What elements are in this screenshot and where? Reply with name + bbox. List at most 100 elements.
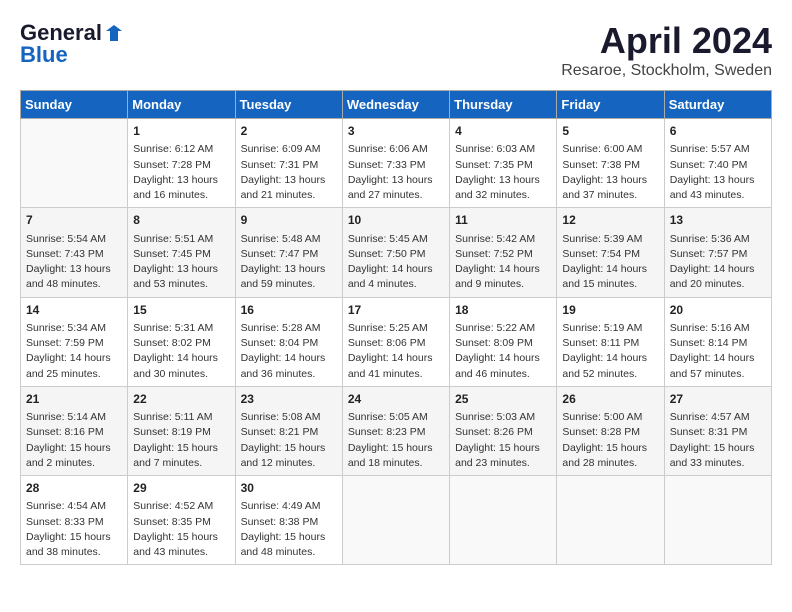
calendar-cell: 30 Sunrise: 4:49 AMSunset: 8:38 PMDayligh… xyxy=(235,476,342,565)
day-number: 22 xyxy=(133,391,229,408)
day-info: Sunrise: 4:52 AMSunset: 8:35 PMDaylight:… xyxy=(133,499,229,560)
day-info: Sunrise: 6:00 AMSunset: 7:38 PMDaylight:… xyxy=(562,142,658,203)
day-info: Sunrise: 4:49 AMSunset: 8:38 PMDaylight:… xyxy=(241,499,337,560)
day-info: Sunrise: 5:08 AMSunset: 8:21 PMDaylight:… xyxy=(241,410,337,471)
header-saturday: Saturday xyxy=(664,91,771,119)
calendar-cell: 11 Sunrise: 5:42 AMSunset: 7:52 PMDayligh… xyxy=(450,208,557,297)
logo-bird-icon xyxy=(104,23,124,43)
day-number: 4 xyxy=(455,123,551,140)
day-info: Sunrise: 5:03 AMSunset: 8:26 PMDaylight:… xyxy=(455,410,551,471)
day-number: 2 xyxy=(241,123,337,140)
calendar-cell: 23 Sunrise: 5:08 AMSunset: 8:21 PMDayligh… xyxy=(235,386,342,475)
calendar-cell: 26 Sunrise: 5:00 AMSunset: 8:28 PMDayligh… xyxy=(557,386,664,475)
title-area: April 2024 Resaroe, Stockholm, Sweden xyxy=(561,20,772,80)
week-row-3: 14Sunrise: 5:34 AMSunset: 7:59 PMDayligh… xyxy=(21,297,772,386)
calendar-cell: 3Sunrise: 6:06 AMSunset: 7:33 PMDaylight… xyxy=(342,119,449,208)
day-number: 16 xyxy=(241,302,337,319)
day-info: Sunrise: 5:11 AMSunset: 8:19 PMDaylight:… xyxy=(133,410,229,471)
calendar-cell: 10 Sunrise: 5:45 AMSunset: 7:50 PMDayligh… xyxy=(342,208,449,297)
day-info: Sunrise: 5:22 AMSunset: 8:09 PMDaylight:… xyxy=(455,321,551,382)
header-wednesday: Wednesday xyxy=(342,91,449,119)
calendar-cell xyxy=(664,476,771,565)
header-friday: Friday xyxy=(557,91,664,119)
day-number: 19 xyxy=(562,302,658,319)
day-number: 27 xyxy=(670,391,766,408)
day-info: Sunrise: 5:16 AMSunset: 8:14 PMDaylight:… xyxy=(670,321,766,382)
day-number: 26 xyxy=(562,391,658,408)
calendar-cell: 20 Sunrise: 5:16 AMSunset: 8:14 PMDayligh… xyxy=(664,297,771,386)
calendar-cell: 4 Sunrise: 6:03 AMSunset: 7:35 PMDaylight… xyxy=(450,119,557,208)
day-info: Sunrise: 5:31 AMSunset: 8:02 PMDaylight:… xyxy=(133,321,229,382)
day-info: Sunrise: 5:39 AMSunset: 7:54 PMDaylight:… xyxy=(562,232,658,293)
day-info: Sunrise: 5:42 AMSunset: 7:52 PMDaylight:… xyxy=(455,232,551,293)
day-number: 9 xyxy=(241,212,337,229)
calendar-cell: 28 Sunrise: 4:54 AMSunset: 8:33 PMDayligh… xyxy=(21,476,128,565)
day-number: 25 xyxy=(455,391,551,408)
calendar-header-row: SundayMondayTuesdayWednesdayThursdayFrid… xyxy=(21,91,772,119)
day-number: 10 xyxy=(348,212,444,229)
day-info: Sunrise: 6:03 AMSunset: 7:35 PMDaylight:… xyxy=(455,142,551,203)
header-monday: Monday xyxy=(128,91,235,119)
day-info: Sunrise: 6:12 AMSunset: 7:28 PMDaylight:… xyxy=(133,142,229,203)
day-info: Sunrise: 5:00 AMSunset: 8:28 PMDaylight:… xyxy=(562,410,658,471)
day-info: Sunrise: 5:19 AMSunset: 8:11 PMDaylight:… xyxy=(562,321,658,382)
header-tuesday: Tuesday xyxy=(235,91,342,119)
calendar-cell: 27 Sunrise: 4:57 AMSunset: 8:31 PMDayligh… xyxy=(664,386,771,475)
day-info: Sunrise: 5:54 AMSunset: 7:43 PMDaylight:… xyxy=(26,232,122,293)
calendar-cell: 15Sunrise: 5:31 AMSunset: 8:02 PMDayligh… xyxy=(128,297,235,386)
calendar-cell xyxy=(21,119,128,208)
day-info: Sunrise: 5:34 AMSunset: 7:59 PMDaylight:… xyxy=(26,321,122,382)
calendar-cell: 16 Sunrise: 5:28 AMSunset: 8:04 PMDayligh… xyxy=(235,297,342,386)
day-info: Sunrise: 4:57 AMSunset: 8:31 PMDaylight:… xyxy=(670,410,766,471)
day-number: 11 xyxy=(455,212,551,229)
day-number: 30 xyxy=(241,480,337,497)
calendar-cell: 8Sunrise: 5:51 AMSunset: 7:45 PMDaylight… xyxy=(128,208,235,297)
day-info: Sunrise: 4:54 AMSunset: 8:33 PMDaylight:… xyxy=(26,499,122,560)
day-number: 24 xyxy=(348,391,444,408)
week-row-2: 7 Sunrise: 5:54 AMSunset: 7:43 PMDaylight… xyxy=(21,208,772,297)
calendar-cell xyxy=(342,476,449,565)
calendar-cell: 1 Sunrise: 6:12 AMSunset: 7:28 PMDaylight… xyxy=(128,119,235,208)
day-number: 5 xyxy=(562,123,658,140)
day-info: Sunrise: 5:48 AMSunset: 7:47 PMDaylight:… xyxy=(241,232,337,293)
day-info: Sunrise: 5:51 AMSunset: 7:45 PMDaylight:… xyxy=(133,232,229,293)
day-info: Sunrise: 5:28 AMSunset: 8:04 PMDaylight:… xyxy=(241,321,337,382)
day-number: 17 xyxy=(348,302,444,319)
day-number: 13 xyxy=(670,212,766,229)
day-number: 23 xyxy=(241,391,337,408)
logo: General Blue xyxy=(20,20,124,68)
week-row-4: 21Sunrise: 5:14 AMSunset: 8:16 PMDayligh… xyxy=(21,386,772,475)
calendar-cell xyxy=(557,476,664,565)
calendar-cell: 24 Sunrise: 5:05 AMSunset: 8:23 PMDayligh… xyxy=(342,386,449,475)
day-number: 1 xyxy=(133,123,229,140)
week-row-1: 1 Sunrise: 6:12 AMSunset: 7:28 PMDaylight… xyxy=(21,119,772,208)
calendar-cell: 7 Sunrise: 5:54 AMSunset: 7:43 PMDaylight… xyxy=(21,208,128,297)
day-info: Sunrise: 5:36 AMSunset: 7:57 PMDaylight:… xyxy=(670,232,766,293)
calendar-cell: 2 Sunrise: 6:09 AMSunset: 7:31 PMDaylight… xyxy=(235,119,342,208)
calendar-cell: 9 Sunrise: 5:48 AMSunset: 7:47 PMDaylight… xyxy=(235,208,342,297)
day-number: 21 xyxy=(26,391,122,408)
day-number: 18 xyxy=(455,302,551,319)
calendar-cell: 6Sunrise: 5:57 AMSunset: 7:40 PMDaylight… xyxy=(664,119,771,208)
day-info: Sunrise: 5:05 AMSunset: 8:23 PMDaylight:… xyxy=(348,410,444,471)
day-info: Sunrise: 6:09 AMSunset: 7:31 PMDaylight:… xyxy=(241,142,337,203)
calendar-cell: 21Sunrise: 5:14 AMSunset: 8:16 PMDayligh… xyxy=(21,386,128,475)
day-info: Sunrise: 5:45 AMSunset: 7:50 PMDaylight:… xyxy=(348,232,444,293)
day-number: 29 xyxy=(133,480,229,497)
day-number: 7 xyxy=(26,212,122,229)
calendar-cell: 12Sunrise: 5:39 AMSunset: 7:54 PMDayligh… xyxy=(557,208,664,297)
location-subtitle: Resaroe, Stockholm, Sweden xyxy=(561,62,772,80)
calendar-cell: 17 Sunrise: 5:25 AMSunset: 8:06 PMDayligh… xyxy=(342,297,449,386)
calendar-table: SundayMondayTuesdayWednesdayThursdayFrid… xyxy=(20,90,772,565)
day-number: 6 xyxy=(670,123,766,140)
calendar-cell: 29 Sunrise: 4:52 AMSunset: 8:35 PMDayligh… xyxy=(128,476,235,565)
calendar-cell: 19 Sunrise: 5:19 AMSunset: 8:11 PMDayligh… xyxy=(557,297,664,386)
header-sunday: Sunday xyxy=(21,91,128,119)
day-number: 28 xyxy=(26,480,122,497)
calendar-cell: 25 Sunrise: 5:03 AMSunset: 8:26 PMDayligh… xyxy=(450,386,557,475)
month-title: April 2024 xyxy=(561,20,772,62)
day-info: Sunrise: 5:25 AMSunset: 8:06 PMDaylight:… xyxy=(348,321,444,382)
calendar-cell: 14Sunrise: 5:34 AMSunset: 7:59 PMDayligh… xyxy=(21,297,128,386)
week-row-5: 28 Sunrise: 4:54 AMSunset: 8:33 PMDayligh… xyxy=(21,476,772,565)
day-number: 20 xyxy=(670,302,766,319)
